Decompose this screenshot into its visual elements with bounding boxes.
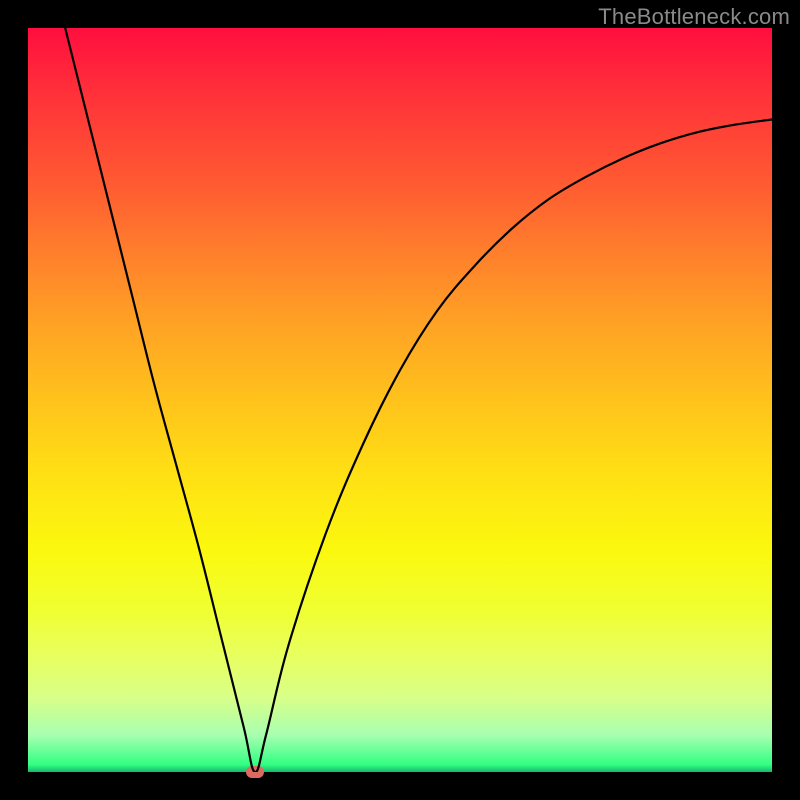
bottleneck-curve xyxy=(28,28,772,772)
plot-area xyxy=(28,28,772,772)
chart-frame: TheBottleneck.com xyxy=(0,0,800,800)
watermark-text: TheBottleneck.com xyxy=(598,4,790,30)
